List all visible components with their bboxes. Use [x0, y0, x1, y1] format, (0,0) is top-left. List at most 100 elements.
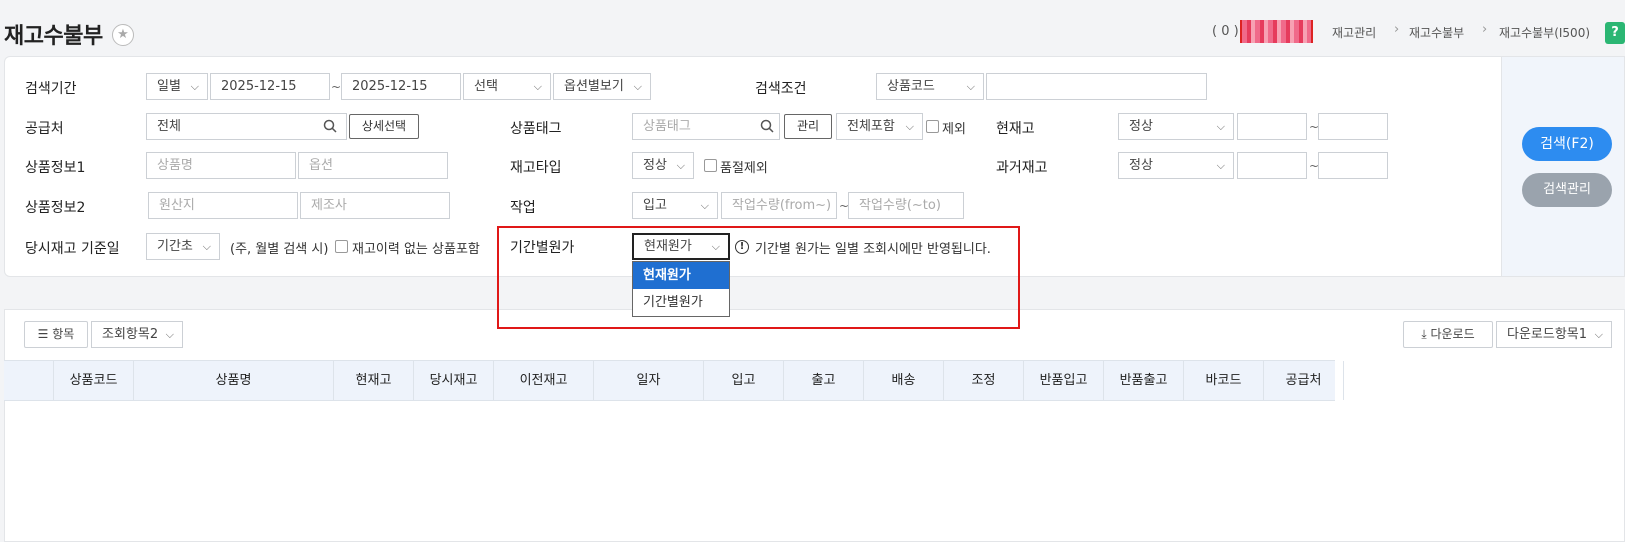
- breadcrumb-ledger[interactable]: 재고수불부: [1409, 24, 1464, 41]
- column-header[interactable]: 상품코드: [54, 361, 134, 400]
- list-icon: ☰: [37, 327, 53, 341]
- tag-input[interactable]: 상품태그: [632, 113, 780, 140]
- tag-exclude-label: 제외: [942, 122, 966, 137]
- chevron-down-icon: ⌵: [1216, 159, 1225, 172]
- download-set-select[interactable]: 다운로드항목1 ⌵: [1496, 321, 1612, 348]
- current-stock-status-select[interactable]: 정상 ⌵: [1118, 113, 1234, 140]
- past-stock-from-input[interactable]: [1237, 152, 1307, 179]
- product-name-input[interactable]: 상품명: [146, 152, 296, 179]
- items-button-label: 항목: [52, 327, 75, 341]
- query-set-select[interactable]: 조회항목2 ⌵: [91, 321, 183, 348]
- stock-type-label: 재고타입: [510, 160, 562, 176]
- user-count: ( 0 ): [1212, 24, 1239, 39]
- base-date-value: 기간초: [157, 239, 193, 254]
- top-bar: 재고수불부 ★ ( 0 ) 재고관리 › 재고수불부 › 재고수불부(I500)…: [0, 0, 1625, 56]
- work-label: 작업: [510, 200, 536, 216]
- period-from-input[interactable]: 2025-12-15: [210, 73, 330, 100]
- origin-input[interactable]: 원산지: [148, 192, 298, 219]
- highlight-box: [497, 226, 1020, 329]
- tag-include-select[interactable]: 전체포함 ⌵: [836, 113, 923, 140]
- dropdown-option-period-cost[interactable]: 기간별원가: [633, 289, 729, 316]
- period-unit-value: 일별: [157, 79, 181, 94]
- maker-input[interactable]: 제조사: [300, 192, 450, 219]
- breadcrumb-current: 재고수불부(I500): [1499, 26, 1591, 40]
- column-header[interactable]: 상품명: [134, 361, 334, 400]
- work-qty-to-input[interactable]: 작업수량(~to): [848, 192, 964, 219]
- result-panel: [4, 309, 1625, 542]
- current-stock-from-input[interactable]: [1237, 113, 1307, 140]
- supplier-label: 공급처: [25, 121, 64, 137]
- column-header[interactable]: 현재고: [334, 361, 414, 400]
- past-stock-label: 과거재고: [996, 160, 1048, 176]
- past-stock-to-input[interactable]: [1318, 152, 1388, 179]
- product-info1-label: 상품정보1: [25, 160, 86, 176]
- supplier-detail-button[interactable]: 상세선택: [349, 114, 419, 139]
- period-unit-select[interactable]: 일별 ⌵: [146, 73, 208, 100]
- chevron-down-icon: ⌵: [533, 80, 542, 93]
- soldout-exclude-checkbox[interactable]: [704, 159, 717, 172]
- chevron-down-icon: ⌵: [190, 80, 199, 93]
- tag-manage-button[interactable]: 관리: [784, 114, 832, 139]
- period-cost-dropdown: 현재원가 기간별원가: [632, 261, 730, 317]
- favorite-star-icon[interactable]: ★: [112, 24, 134, 46]
- query-set-value: 조회항목2: [102, 327, 159, 342]
- period-label: 검색기간: [25, 81, 77, 97]
- column-header[interactable]: 배송: [864, 361, 944, 400]
- base-date-label: 당시재고 기준일: [25, 241, 120, 257]
- stock-type-value: 정상: [643, 158, 667, 173]
- past-stock-status-value: 정상: [1129, 158, 1153, 173]
- search-side-panel: [1502, 56, 1625, 277]
- work-type-value: 입고: [643, 198, 667, 213]
- column-header[interactable]: 출고: [784, 361, 864, 400]
- option-view-select[interactable]: 옵션별보기 ⌵: [553, 73, 651, 100]
- condition-field-value: 상품코드: [887, 79, 935, 94]
- current-stock-to-input[interactable]: [1318, 113, 1388, 140]
- soldout-exclude-label: 품절제외: [720, 161, 768, 176]
- no-history-checkbox[interactable]: [335, 240, 348, 253]
- column-header[interactable]: 반품출고: [1104, 361, 1184, 400]
- column-header[interactable]: 일자: [594, 361, 704, 400]
- items-button[interactable]: ☰ 항목: [24, 321, 88, 348]
- column-header[interactable]: 공급처: [1264, 361, 1344, 400]
- tag-label: 상품태그: [510, 121, 562, 137]
- stock-type-select[interactable]: 정상 ⌵: [632, 152, 694, 179]
- condition-field-select[interactable]: 상품코드 ⌵: [876, 73, 984, 100]
- option-view-value: 옵션별보기: [564, 79, 624, 94]
- chevron-down-icon: ⌵: [1216, 120, 1225, 133]
- chevron-down-icon: ⌵: [165, 328, 174, 341]
- work-qty-from-input[interactable]: 작업수량(from~): [721, 192, 837, 219]
- column-header[interactable]: 입고: [704, 361, 784, 400]
- supplier-input[interactable]: 전체: [146, 113, 347, 140]
- table-header-checkbox-col: [4, 361, 54, 400]
- download-button[interactable]: ⤓ 다운로드: [1403, 321, 1493, 348]
- column-header[interactable]: 반품입고: [1024, 361, 1104, 400]
- page-title: 재고수불부: [4, 24, 103, 49]
- column-header[interactable]: 당시재고: [414, 361, 494, 400]
- condition-value-input[interactable]: [986, 73, 1207, 100]
- column-header[interactable]: 이전재고: [494, 361, 594, 400]
- chevron-down-icon: ⌵: [905, 120, 914, 133]
- chevron-down-icon: ⌵: [633, 80, 642, 93]
- option-input[interactable]: 옵션: [298, 152, 448, 179]
- column-header[interactable]: 바코드: [1184, 361, 1264, 400]
- period-to-input[interactable]: 2025-12-15: [341, 73, 461, 100]
- chevron-down-icon: ⌵: [1594, 328, 1603, 341]
- search-icon[interactable]: [323, 119, 337, 133]
- product-info2-label: 상품정보2: [25, 200, 86, 216]
- help-icon[interactable]: ?: [1605, 22, 1625, 44]
- work-type-select[interactable]: 입고 ⌵: [632, 192, 718, 219]
- search-manage-button[interactable]: 검색관리: [1522, 173, 1612, 207]
- breadcrumb-inventory[interactable]: 재고관리: [1332, 24, 1376, 41]
- search-button[interactable]: 검색(F2): [1522, 127, 1612, 161]
- tag-exclude-checkbox[interactable]: [926, 120, 939, 133]
- column-header[interactable]: 조정: [944, 361, 1024, 400]
- base-date-select[interactable]: 기간초 ⌵: [146, 233, 220, 260]
- tilde-separator: ~: [331, 80, 342, 94]
- search-icon[interactable]: [760, 119, 774, 133]
- past-stock-status-select[interactable]: 정상 ⌵: [1118, 152, 1234, 179]
- no-history-label: 재고이력 없는 상품포함: [352, 242, 480, 257]
- current-stock-status-value: 정상: [1129, 119, 1153, 134]
- breadcrumb-separator-icon: ›: [1482, 22, 1488, 37]
- period-preset-select[interactable]: 선택 ⌵: [463, 73, 551, 100]
- dropdown-option-current-cost[interactable]: 현재원가: [633, 262, 729, 289]
